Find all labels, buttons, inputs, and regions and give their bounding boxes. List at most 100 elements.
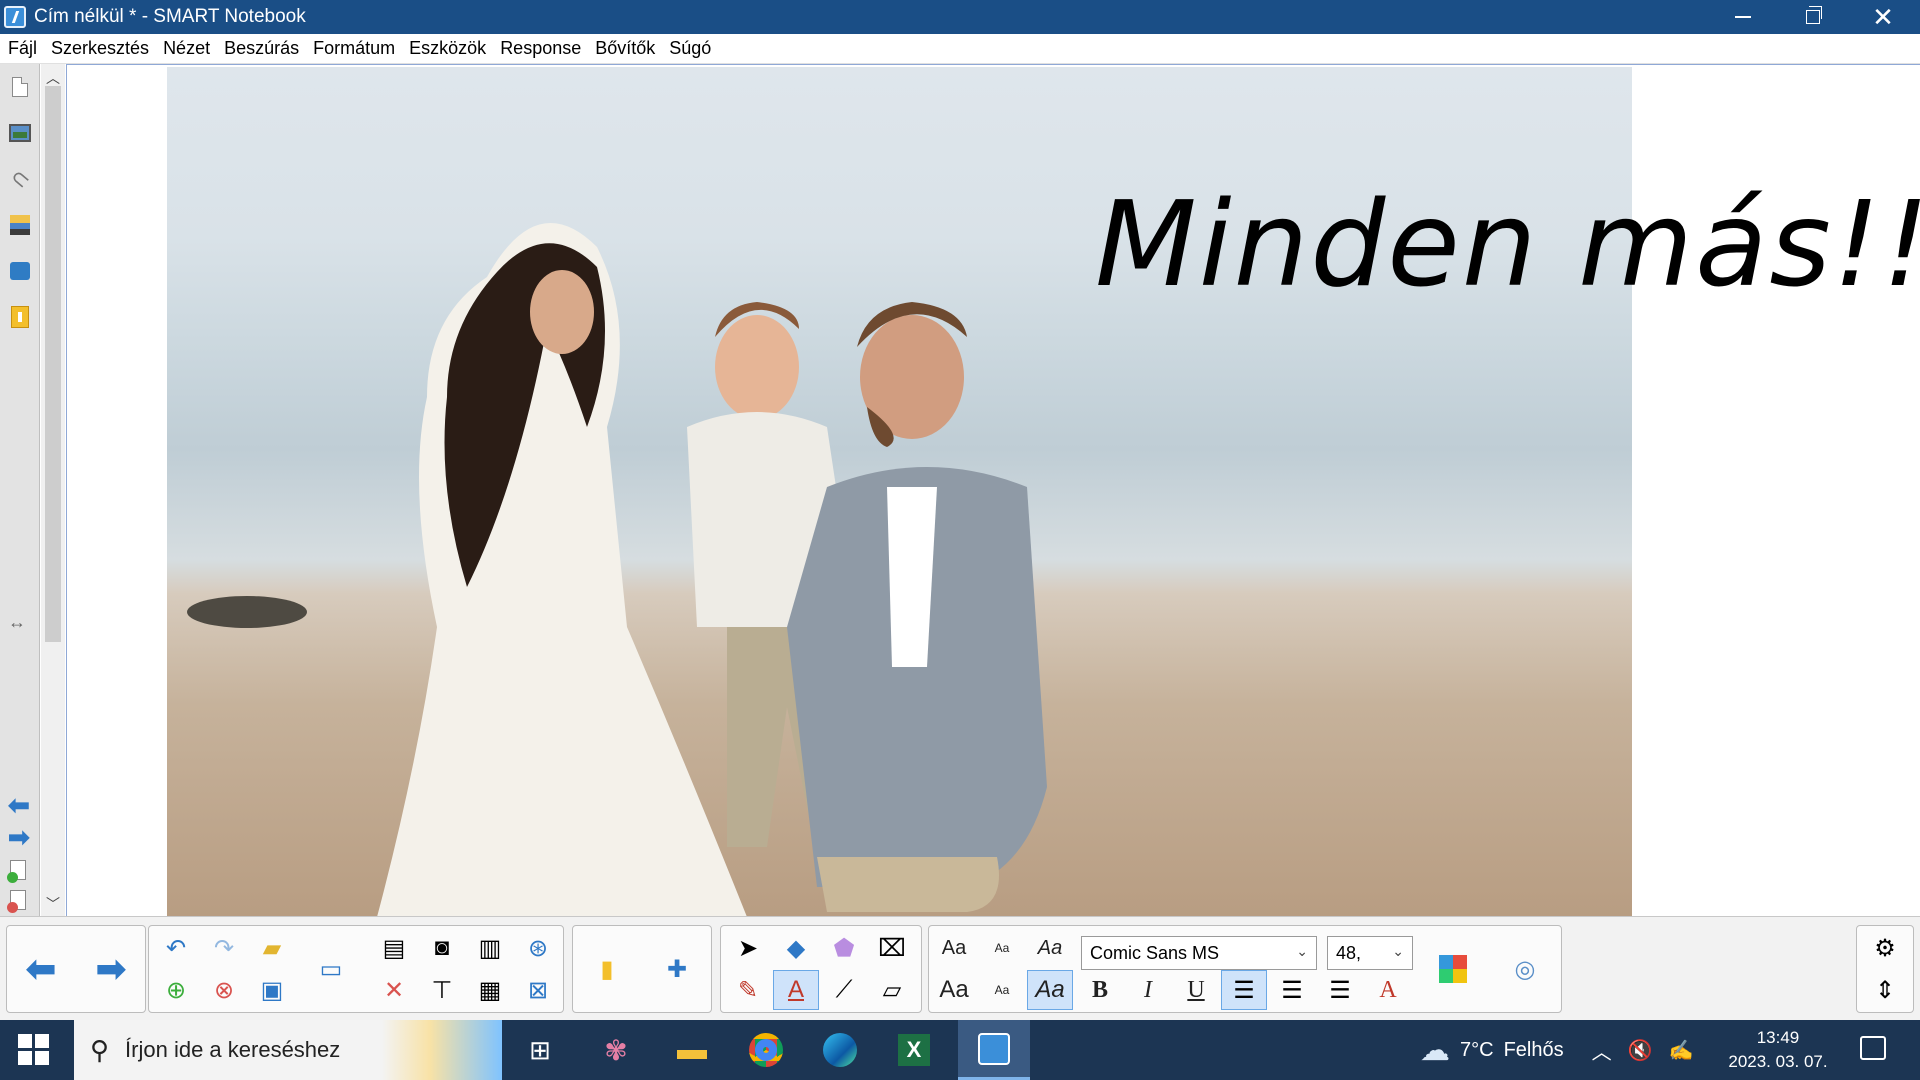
menu-response[interactable]: Response bbox=[494, 38, 587, 59]
menu-view[interactable]: Nézet bbox=[157, 38, 216, 59]
speaker-muted-icon[interactable]: 🔇 bbox=[1628, 1038, 1653, 1063]
close-tool-button[interactable]: ⊠ bbox=[515, 970, 561, 1010]
underline-button[interactable]: U bbox=[1173, 970, 1219, 1010]
full-screen-button[interactable]: ⊤ bbox=[419, 970, 465, 1010]
open-file-button[interactable]: ▰ bbox=[249, 928, 295, 968]
table-button[interactable]: ▦ bbox=[467, 970, 513, 1010]
vertical-scrollbar[interactable]: ︿ ﹀ bbox=[41, 64, 65, 916]
save-button[interactable]: ▣ bbox=[249, 970, 295, 1010]
display-mode-button[interactable]: ▭ bbox=[299, 927, 363, 1011]
addons-button[interactable]: ✚ bbox=[645, 927, 709, 1011]
menu-tools[interactable]: Eszközök bbox=[403, 38, 492, 59]
screen-shade-icon: ▥ bbox=[478, 934, 502, 962]
font-family-select[interactable]: Comic Sans MS ⌄ bbox=[1081, 936, 1317, 970]
shapes-tool[interactable]: ◆ bbox=[773, 928, 819, 968]
menu-insert[interactable]: Beszúrás bbox=[218, 38, 305, 59]
align-center-button[interactable]: ☰ bbox=[1269, 970, 1315, 1010]
weather-text[interactable]: Felhős bbox=[1504, 1039, 1564, 1062]
paste-button[interactable]: ▤ bbox=[371, 928, 417, 968]
toolbar-position-button[interactable]: ⇕ bbox=[1862, 970, 1908, 1010]
fill-tool[interactable]: ⌧ bbox=[869, 928, 915, 968]
paint-app-button[interactable]: ✾ bbox=[586, 1030, 646, 1070]
clock[interactable]: 13:49 2023. 03. 07. bbox=[1718, 1026, 1838, 1074]
menu-edit[interactable]: Szerkesztés bbox=[45, 38, 155, 59]
text-options-button[interactable]: A bbox=[1365, 970, 1411, 1010]
align-right-icon: ☰ bbox=[1329, 976, 1351, 1004]
add-page-button[interactable]: ⊕ bbox=[153, 970, 199, 1010]
taskbar-search[interactable]: ⚲ Írjon ide a kereséshez bbox=[74, 1020, 502, 1080]
previous-page-button[interactable]: ⬅ bbox=[8, 792, 30, 818]
delete-page-button[interactable]: ⊗ bbox=[201, 970, 247, 1010]
redo-button[interactable]: ↷ bbox=[201, 928, 247, 968]
add-page-button[interactable] bbox=[7, 860, 26, 883]
menu-help[interactable]: Súgó bbox=[663, 38, 717, 59]
cloud-icon[interactable]: ☁ bbox=[1420, 1033, 1450, 1068]
next-page-button[interactable]: ➡ bbox=[8, 824, 30, 850]
text-style-6[interactable]: Aa bbox=[1027, 970, 1073, 1010]
scroll-down-icon[interactable]: ﹀ bbox=[46, 894, 60, 914]
restore-icon bbox=[1806, 6, 1822, 24]
settings-button[interactable]: ⚙ bbox=[1862, 928, 1908, 968]
next-page-button[interactable]: ➡ bbox=[79, 927, 143, 1011]
task-view-icon: ⊞ bbox=[529, 1034, 551, 1065]
eraser-tool[interactable]: ▱ bbox=[869, 970, 915, 1010]
text-style-3[interactable]: Aa bbox=[1027, 928, 1073, 968]
excel-button[interactable]: X bbox=[884, 1030, 944, 1070]
restore-button[interactable] bbox=[1780, 0, 1846, 34]
page-sorter-tab[interactable] bbox=[7, 70, 33, 104]
gallery-tab[interactable] bbox=[7, 116, 33, 150]
pens-tool[interactable]: ✎ bbox=[725, 970, 771, 1010]
eraser-shape-tool[interactable]: ⬟ bbox=[821, 928, 867, 968]
text-style-4[interactable]: Aa bbox=[931, 970, 977, 1010]
attachments-tab[interactable]: ⊂ bbox=[5, 162, 35, 196]
align-left-button[interactable]: ☰ bbox=[1221, 970, 1267, 1010]
search-placeholder: Írjon ide a kereséshez bbox=[125, 1037, 341, 1062]
smart-notebook-taskbar-button[interactable] bbox=[958, 1020, 1030, 1080]
select-tool[interactable]: ➤ bbox=[725, 928, 771, 968]
chrome-button[interactable] bbox=[736, 1030, 796, 1070]
notification-center-icon[interactable] bbox=[1860, 1036, 1886, 1060]
italic-button[interactable]: I bbox=[1125, 970, 1171, 1010]
text-style-2[interactable]: Aa bbox=[979, 928, 1025, 968]
pen-icon[interactable]: ✍ bbox=[1669, 1038, 1694, 1063]
addons-tab[interactable] bbox=[7, 254, 33, 288]
undo-button[interactable]: ↶ bbox=[153, 928, 199, 968]
start-button[interactable] bbox=[18, 1034, 50, 1066]
text-style-1[interactable]: Aa bbox=[931, 928, 977, 968]
align-right-button[interactable]: ☰ bbox=[1317, 970, 1363, 1010]
text-style-5[interactable]: Aa bbox=[979, 970, 1025, 1010]
previous-page-button[interactable]: ⬅ bbox=[9, 927, 73, 1011]
close-button[interactable]: ✕ bbox=[1850, 0, 1916, 34]
response-tab[interactable] bbox=[7, 300, 33, 334]
transparency-button[interactable]: ◎ bbox=[1493, 927, 1557, 1011]
edge-button[interactable] bbox=[810, 1030, 870, 1070]
menu-file[interactable]: Fájl bbox=[2, 38, 43, 59]
task-view-button[interactable]: ⊞ bbox=[510, 1030, 570, 1070]
menu-addons[interactable]: Bővítők bbox=[589, 38, 661, 59]
properties-tab[interactable] bbox=[7, 208, 33, 242]
screen-capture-button[interactable]: ◙ bbox=[419, 928, 465, 968]
response-button[interactable]: ▮ bbox=[575, 927, 639, 1011]
weather-temp[interactable]: 7°C bbox=[1460, 1039, 1494, 1062]
file-explorer-button[interactable]: ▬ bbox=[662, 1030, 722, 1070]
menu-format[interactable]: Formátum bbox=[307, 38, 401, 59]
delete-button[interactable]: ✕ bbox=[371, 970, 417, 1010]
document-camera-button[interactable]: ⊛ bbox=[515, 928, 561, 968]
delete-icon bbox=[7, 902, 18, 913]
color-palette-button[interactable] bbox=[1421, 927, 1485, 1011]
edit-group: ↶ ↷ ▰ ⊕ ⊗ ▣ ▭ ▤ ◙ ▥ ⊛ ✕ ⊤ ▦ ⊠ bbox=[148, 925, 564, 1013]
screen-shade-button[interactable]: ▥ bbox=[467, 928, 513, 968]
resize-handle-icon[interactable]: ↔ bbox=[8, 612, 26, 633]
bold-button[interactable]: B bbox=[1077, 970, 1123, 1010]
page-canvas[interactable]: Minden más!! bbox=[66, 64, 1920, 917]
slide-text-box[interactable]: Minden más!! bbox=[1095, 175, 1920, 313]
scrollbar-thumb[interactable] bbox=[45, 86, 61, 642]
scroll-up-icon[interactable]: ︿ bbox=[46, 68, 60, 88]
font-size-select[interactable]: 48, ⌄ bbox=[1327, 936, 1413, 970]
line-tool[interactable]: ⟋ bbox=[821, 970, 867, 1010]
text-tool[interactable]: A bbox=[773, 970, 819, 1010]
delete-page-button[interactable] bbox=[7, 890, 26, 913]
folder-icon: ▬ bbox=[677, 1033, 707, 1066]
minimize-button[interactable] bbox=[1710, 0, 1776, 34]
chevron-up-icon[interactable]: ︿ bbox=[1592, 1036, 1612, 1065]
